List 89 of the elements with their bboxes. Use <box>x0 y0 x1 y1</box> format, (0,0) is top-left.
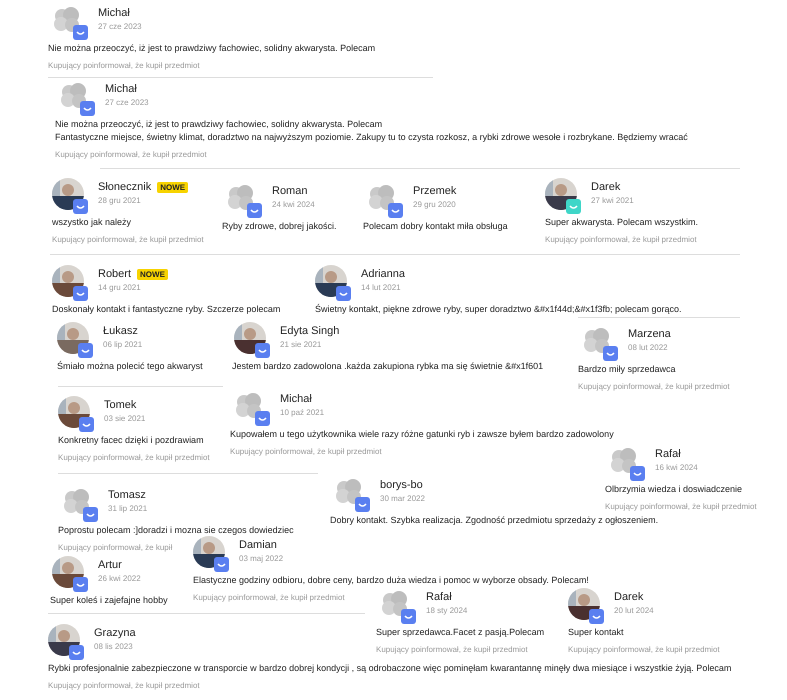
reviewer-name: Robert <box>98 268 132 280</box>
review-date: 03 sie 2021 <box>104 414 146 423</box>
review-text: Ryby zdrowe, dobrej jakości. <box>222 220 337 233</box>
review-date: 27 cze 2023 <box>98 22 142 31</box>
review-date: 24 kwi 2024 <box>272 200 315 209</box>
review-text: Nie można przeoczyć, iż jest to prawdziwy fachowiec, solidny akwarysta. Polecam <box>55 118 382 131</box>
review-text: Jestem bardzo zadowolona .każda zakupiona rybka ma się świetnie &#x1f601 <box>232 360 544 373</box>
purchase-note: Kupujący poinformował, że kupił przedmiot <box>605 502 757 511</box>
review-text: Super kontakt <box>568 626 624 639</box>
avatar-placeholder-icon <box>609 447 639 475</box>
review-text: Poprostu polecam :]doradzi i mozna sie czegos dowiedziec <box>58 524 294 537</box>
review-date: 03 maj 2022 <box>239 554 284 563</box>
purchase-note: Kupujący poinformował, że kupił przedmiot <box>230 447 382 456</box>
purchase-note: Kupujący poinformował, że kupił przedmiot <box>48 61 200 70</box>
reviewer-name: Michał <box>280 393 312 405</box>
reviewer-name: Artur <box>98 559 122 571</box>
purchase-note: Kupujący poinformował, że kupił przedmiot <box>568 645 720 654</box>
reviewer-name: Tomasz <box>108 489 146 501</box>
review-text: Nie można przeoczyć, iż jest to prawdziwy fachowiec, solidny akwarysta. Polecam <box>48 42 376 55</box>
review-date: 21 sie 2021 <box>280 340 322 349</box>
review-date: 28 gru 2021 <box>98 196 142 205</box>
review-text: Doskonały kontakt i fantastyczne ryby. Szczerze polecam <box>52 303 280 316</box>
review-text: wszystko jak należy <box>52 216 132 229</box>
purchase-note: Kupujący poinformował, że kupił <box>58 543 172 552</box>
reviewer-name: Rafał <box>426 591 452 603</box>
reviewer-name: Michał <box>98 7 130 19</box>
avatar-placeholder-icon <box>582 327 612 355</box>
reviewer-name: Przemek <box>413 185 456 197</box>
avatar-placeholder-icon <box>226 184 256 212</box>
review-text: Konkretny facec dzięki i pozdrawiam <box>58 434 204 447</box>
purchase-note: Kupujący poinformował, że kupił przedmiot <box>48 681 200 690</box>
reviewer-name: Grazyna <box>94 627 136 639</box>
review-date: 08 lis 2023 <box>94 642 134 651</box>
review-date: 31 lip 2021 <box>108 504 148 513</box>
reviewer-name: Roman <box>272 185 308 197</box>
new-tag: NOWE <box>137 268 168 280</box>
reviewer-name: Michał <box>105 83 137 95</box>
avatar-placeholder-icon <box>334 478 364 506</box>
avatar-placeholder-icon <box>52 6 82 34</box>
reviewer-name: Edyta Singh <box>280 325 340 337</box>
review-text: Super akwarysta. Polecam wszystkim. <box>545 216 698 229</box>
avatar-placeholder-icon <box>62 488 92 516</box>
avatar-placeholder-icon <box>234 392 264 420</box>
purchase-note: Kupujący poinformował, że kupił przedmiot <box>545 235 697 244</box>
reviewer-name: Tomek <box>104 399 136 411</box>
review-text: Super sprzedawca.Facet z pasją.Polecam <box>376 626 544 639</box>
review-date: 08 lut 2022 <box>628 343 669 352</box>
avatar-placeholder-icon <box>380 590 410 618</box>
purchase-note: Kupujący poinformował, że kupił przedmiot <box>578 382 730 391</box>
reviewer-name: Adrianna <box>361 268 406 280</box>
purchase-note: Kupujący poinformował, że kupił przedmiot <box>193 593 345 602</box>
review-text: Rybki profesjonalnie zabezpieczone w transporcie w bardzo dobrej kondycji , są odrobaczone więc pominęłam kwarantannę minęły dwa miesiące i wszystkie żyją. Polecam <box>48 662 732 675</box>
review-date: 06 lip 2021 <box>103 340 142 349</box>
review-date: 14 lut 2021 <box>361 283 402 292</box>
purchase-note: Kupujący poinformował, że kupił przedmiot <box>55 150 207 159</box>
review-date: 26 kwi 2022 <box>98 574 141 583</box>
reviewer-name: borys-bo <box>380 479 423 491</box>
reviewer-name: Darek <box>614 591 644 603</box>
purchase-note: Kupujący poinformował, że kupił przedmiot <box>52 235 204 244</box>
avatar-placeholder-icon <box>367 184 397 212</box>
purchase-note: Kupujący poinformował, że kupił przedmiot <box>58 453 210 462</box>
reviewer-name: Darek <box>591 181 620 193</box>
reviewer-name: Damian <box>239 539 277 551</box>
review-date: 14 gru 2021 <box>98 283 142 292</box>
review-date: 18 sty 2024 <box>426 606 468 615</box>
reviewer-name: Łukasz <box>103 325 138 337</box>
review-date: 27 kwi 2021 <box>591 196 634 205</box>
review-text: Fantastyczne miejsce, świetny klimat, doradztwo na najwyższym poziomie. Zakupy tu to czysta rozkosz, a rybki zdrowe wesołe i rozbrykane. Będziemy wracać <box>55 131 688 144</box>
review-text: Polecam dobry kontakt miła obsługa <box>363 220 508 233</box>
avatar-placeholder-icon <box>59 82 89 110</box>
review-text: Olbrzymia wiedza i doswiadczenie <box>605 483 742 496</box>
reviewer-name: Rafał <box>655 448 681 460</box>
review-date: 30 mar 2022 <box>380 494 425 503</box>
reviewer-name: Marzena <box>628 328 671 340</box>
new-tag: NOWE <box>157 182 188 192</box>
reviewer-name: Słonecznik <box>98 181 152 193</box>
review-text: Kupowałem u tego użytkownika wiele razy różne gatunki ryb i zawsze byłem bardzo zadowolony <box>230 428 614 441</box>
review-date: 29 gru 2020 <box>413 200 456 209</box>
review-text: Świetny kontakt, piękne zdrowe ryby, super doradztwo &#x1f44d;&#x1f3fb; polecam gorąco. <box>315 303 682 316</box>
review-text: Super koleś i zajefajne hobby <box>50 594 168 607</box>
review-date: 16 kwi 2024 <box>655 463 698 472</box>
review-text: Śmiało można polecić tego akwaryst <box>57 360 203 373</box>
review-text: Elastyczne godziny odbioru, dobre ceny, bardzo duża wiedza i pomoc w wyborze obsady. Polecam! <box>193 574 589 587</box>
review-text: Dobry kontakt. Szybka realizacja. Zgodność przedmiotu sprzedaży z ogłoszeniem. <box>330 514 658 527</box>
review-date: 10 paź 2021 <box>280 408 324 417</box>
purchase-note: Kupujący poinformował, że kupił przedmiot <box>376 645 528 654</box>
review-date: 20 lut 2024 <box>614 606 654 615</box>
review-text: Bardzo miły sprzedawca <box>578 363 676 376</box>
review-date: 27 cze 2023 <box>105 98 149 107</box>
